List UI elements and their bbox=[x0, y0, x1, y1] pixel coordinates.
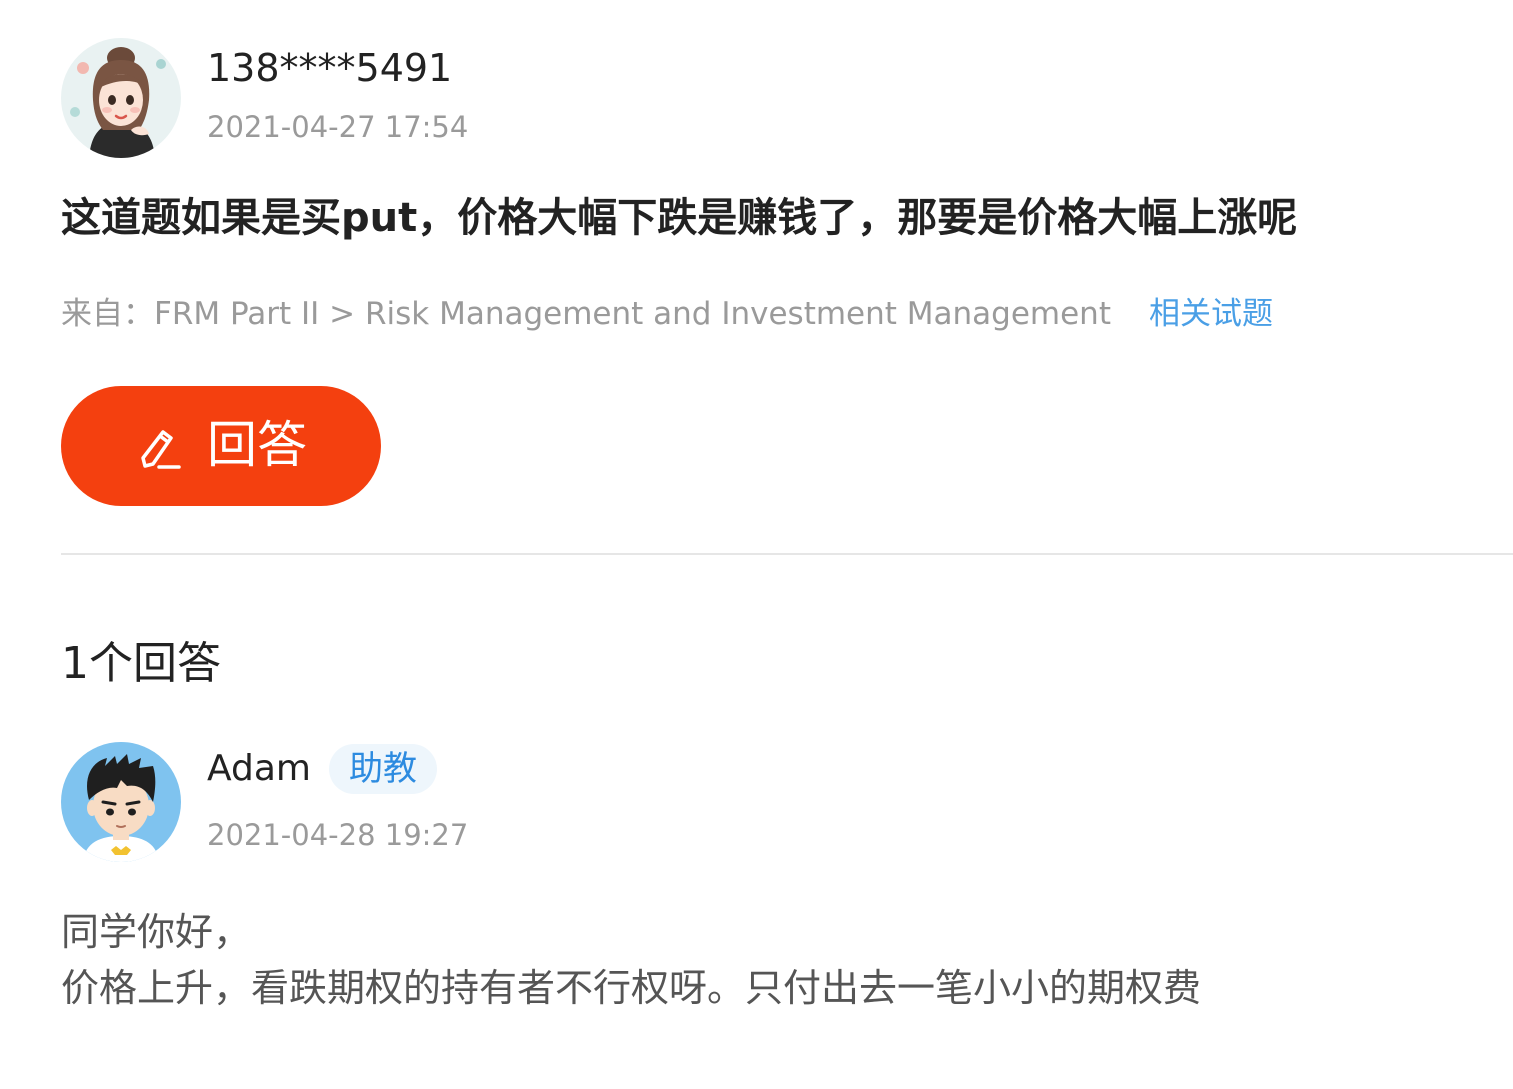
answers-count-heading: 1个回答 bbox=[61, 638, 221, 689]
related-questions-link[interactable]: 相关试题 bbox=[1149, 296, 1273, 332]
answer-button[interactable]: 回答 bbox=[61, 386, 381, 506]
answer-line: 价格上升，看跌期权的持有者不行权呀。只付出去一笔小小的期权费 bbox=[61, 966, 1202, 1010]
avatar-girl-icon bbox=[61, 38, 181, 158]
answerer-name: Adam bbox=[207, 748, 311, 789]
source-breadcrumb: FRM Part II > Risk Management and Invest… bbox=[154, 296, 1111, 332]
answer-button-label: 回答 bbox=[207, 417, 307, 473]
answerer-avatar[interactable] bbox=[61, 742, 181, 862]
asker-avatar[interactable] bbox=[61, 38, 181, 158]
question-author-header: 138****5491 2021-04-27 17:54 bbox=[61, 38, 761, 158]
assistant-badge: 助教 bbox=[329, 744, 437, 794]
section-divider bbox=[61, 553, 1513, 555]
source-label: 来自： bbox=[61, 296, 154, 332]
answer-author-header: Adam 助教 2021-04-28 19:27 bbox=[61, 742, 761, 864]
question-source: 来自：FRM Part II > Risk Management and Inv… bbox=[61, 292, 1501, 336]
question-detail-page: 138****5491 2021-04-27 17:54 这道题如果是买put，… bbox=[61, 0, 1513, 1089]
answer-line: 同学你好， bbox=[61, 910, 252, 954]
asker-name: 138****5491 bbox=[207, 46, 453, 90]
avatar-boy-icon bbox=[61, 742, 181, 862]
question-title: 这道题如果是买put，价格大幅下跌是赚钱了，那要是价格大幅上涨呢 bbox=[61, 195, 1298, 241]
pen-icon bbox=[141, 430, 181, 469]
answer-timestamp: 2021-04-28 19:27 bbox=[207, 818, 469, 852]
asker-timestamp: 2021-04-27 17:54 bbox=[207, 110, 469, 144]
answer-content: 同学你好， 价格上升，看跌期权的持有者不行权呀。只付出去一笔小小的期权费 bbox=[61, 904, 1501, 1016]
